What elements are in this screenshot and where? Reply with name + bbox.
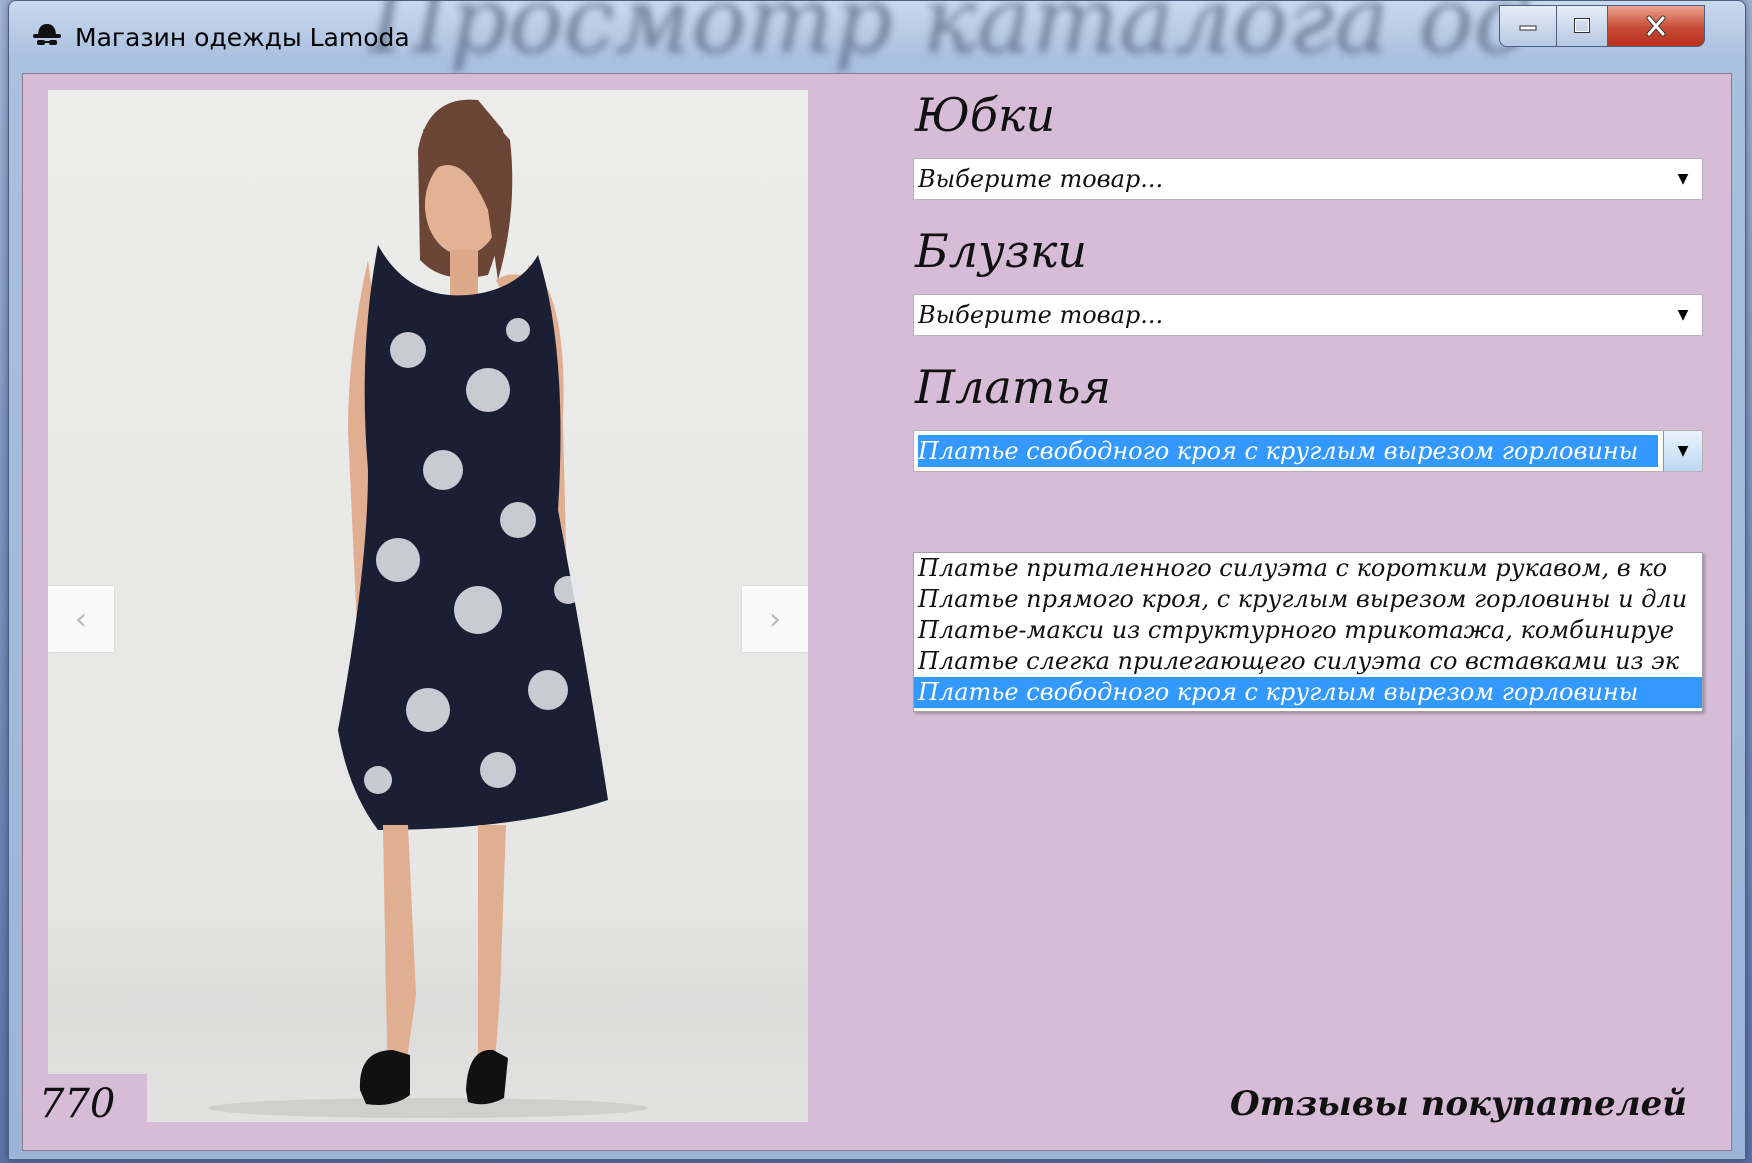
dresses-combobox[interactable]: Платье свободного кроя с круглым вырезом… — [913, 430, 1703, 472]
blouses-combobox[interactable]: Выберите товар... ▼ — [913, 294, 1703, 336]
chevron-left-icon: ‹ — [75, 601, 87, 637]
dropdown-arrow-icon[interactable]: ▼ — [1663, 431, 1702, 471]
blouses-combobox-value: Выберите товар... — [918, 301, 1164, 329]
product-price: 770 — [35, 1074, 147, 1132]
dresses-combobox-value: Платье свободного кроя с круглым вырезом… — [918, 435, 1658, 467]
skirts-label: Юбки — [915, 88, 1056, 142]
maximize-button[interactable] — [1556, 5, 1608, 47]
minimize-icon — [1519, 25, 1537, 31]
window-title: Магазин одежды Lamoda — [75, 23, 410, 52]
maximize-icon — [1574, 18, 1590, 33]
dropdown-arrow-icon[interactable]: ▼ — [1664, 159, 1702, 199]
dropdown-option[interactable]: Платье приталенного силуэта с коротким р… — [914, 553, 1702, 584]
dropdown-option-selected[interactable]: Платье свободного кроя с круглым вырезом… — [914, 677, 1702, 708]
minimize-button[interactable] — [1499, 5, 1557, 47]
dresses-dropdown-list: Платье приталенного силуэта с коротким р… — [913, 552, 1703, 712]
next-photo-button[interactable]: › — [742, 586, 808, 652]
prev-photo-button[interactable]: ‹ — [48, 586, 114, 652]
main-panel: ‹ › 770 Юбки Выберите товар... ▼ Блузки … — [22, 73, 1732, 1151]
customer-reviews-link[interactable]: Отзывы покупателей — [1230, 1084, 1687, 1124]
close-icon — [1646, 15, 1666, 37]
dresses-label: Платья — [915, 360, 1111, 414]
background-window-title: Просмотр каталога од — [369, 1, 1533, 73]
dropdown-option[interactable]: Платье слегка прилегающего силуэта со вс… — [914, 646, 1702, 677]
skirts-combobox-value: Выберите товар... — [918, 165, 1164, 193]
app-window: Просмотр каталога од Магазин одежды Lamo… — [8, 0, 1746, 1160]
product-photo: ‹ › — [48, 90, 808, 1122]
dress-model-illustration — [208, 99, 648, 1118]
title-bar[interactable]: Просмотр каталога од Магазин одежды Lamo… — [9, 1, 1745, 73]
skirts-combobox[interactable]: Выберите товар... ▼ — [913, 158, 1703, 200]
chevron-right-icon: › — [769, 601, 781, 637]
blouses-label: Блузки — [915, 224, 1087, 278]
hat-icon — [33, 24, 61, 45]
dropdown-option[interactable]: Платье-макси из структурного трикотажа, … — [914, 615, 1702, 646]
dropdown-arrow-icon[interactable]: ▼ — [1664, 295, 1702, 335]
close-button[interactable] — [1607, 5, 1705, 47]
dropdown-option[interactable]: Платье прямого кроя, с круглым вырезом г… — [914, 584, 1702, 615]
